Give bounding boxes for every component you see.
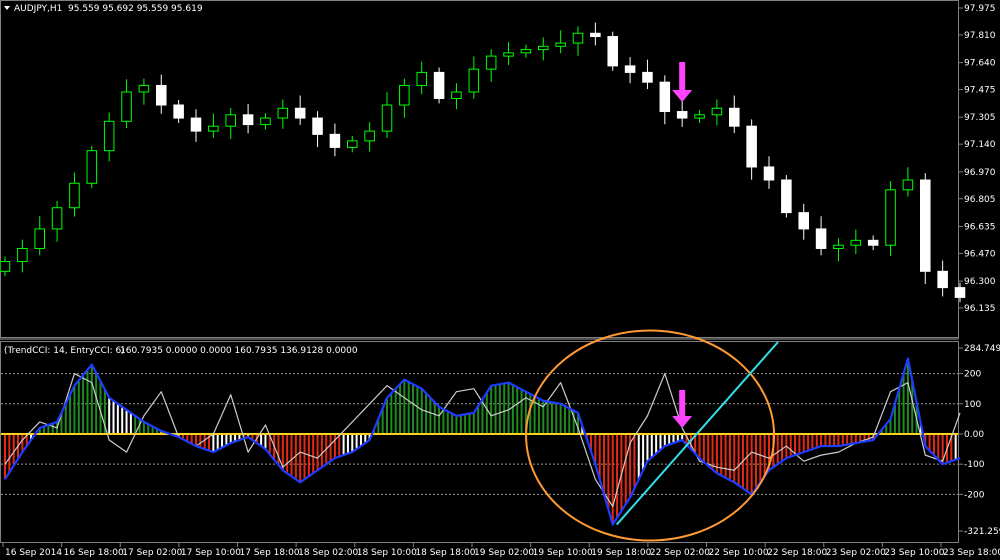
candle	[885, 180, 896, 256]
price-tick-label: 96.300	[964, 277, 996, 287]
price-tick-label: 97.640	[964, 59, 996, 69]
indicator-tick-label: 284.7494	[964, 344, 1000, 354]
symbol-label: AUDJPY,H1	[14, 4, 62, 14]
time-tick-label: 16 Sep 18:00	[64, 548, 124, 558]
price-tick-label: 96.135	[964, 304, 996, 314]
candle	[86, 145, 98, 189]
time-tick-label: 23 Sep 02:00	[826, 548, 886, 558]
indicator-tick-label: 100	[964, 400, 981, 410]
time-tick-label: 23 Sep 10:00	[884, 548, 944, 558]
price-tick-label: 96.470	[964, 249, 996, 259]
candle	[607, 31, 619, 71]
time-tick-label: 23 Sep 18:00	[943, 548, 1000, 558]
indicator-tick-label: -200	[964, 490, 985, 500]
candle	[781, 175, 792, 218]
price-tick-label: 97.810	[964, 31, 996, 41]
ohlc-label: 95.559 95.692 95.559 95.619	[68, 4, 203, 14]
time-tick-label: 19 Sep 02:00	[474, 548, 534, 558]
indicator-tick-label: 0.00	[964, 430, 984, 440]
indicator-tick-label: 200	[964, 370, 981, 380]
time-tick-label: 22 Sep 18:00	[767, 548, 827, 558]
indicator-tick-label: -321.2598	[964, 527, 1000, 537]
candle	[433, 67, 445, 104]
price-tick-label: 97.975	[964, 4, 996, 14]
price-tick-label: 97.140	[964, 140, 996, 150]
indicator-name-label: (TrendCCI: 14, EntryCCI: 6)	[4, 346, 125, 356]
indicator-tick-label: -100	[964, 460, 985, 470]
candle	[919, 173, 931, 285]
time-tick-label: 18 Sep 02:00	[298, 548, 358, 558]
time-tick-label: 17 Sep 10:00	[181, 548, 241, 558]
time-tick-label: 18 Sep 10:00	[357, 548, 417, 558]
time-tick-label: 17 Sep 02:00	[122, 548, 182, 558]
time-tick-label: 16 Sep 2014	[5, 548, 62, 558]
time-tick-label: 22 Sep 10:00	[709, 548, 769, 558]
time-tick-label: 22 Sep 02:00	[650, 548, 710, 558]
price-tick-label: 97.305	[964, 113, 996, 123]
price-tick-label: 96.805	[964, 195, 996, 205]
price-tick-label: 96.635	[964, 222, 996, 232]
time-tick-label: 17 Sep 18:00	[240, 548, 300, 558]
time-tick-label: 18 Sep 18:00	[415, 548, 475, 558]
time-tick-label: 19 Sep 10:00	[533, 548, 593, 558]
price-tick-label: 96.970	[964, 168, 996, 178]
chart-window: 97.975 97.810 97.640 97.475 97.305 97.140 96.9…	[0, 0, 1000, 560]
price-tick-label: 97.475	[964, 86, 996, 96]
chart-background	[0, 0, 1000, 560]
indicator-values-label: 160.7935 0.0000 0.0000 160.7935 136.9128…	[120, 346, 358, 356]
time-tick-label: 19 Sep 18:00	[591, 548, 651, 558]
